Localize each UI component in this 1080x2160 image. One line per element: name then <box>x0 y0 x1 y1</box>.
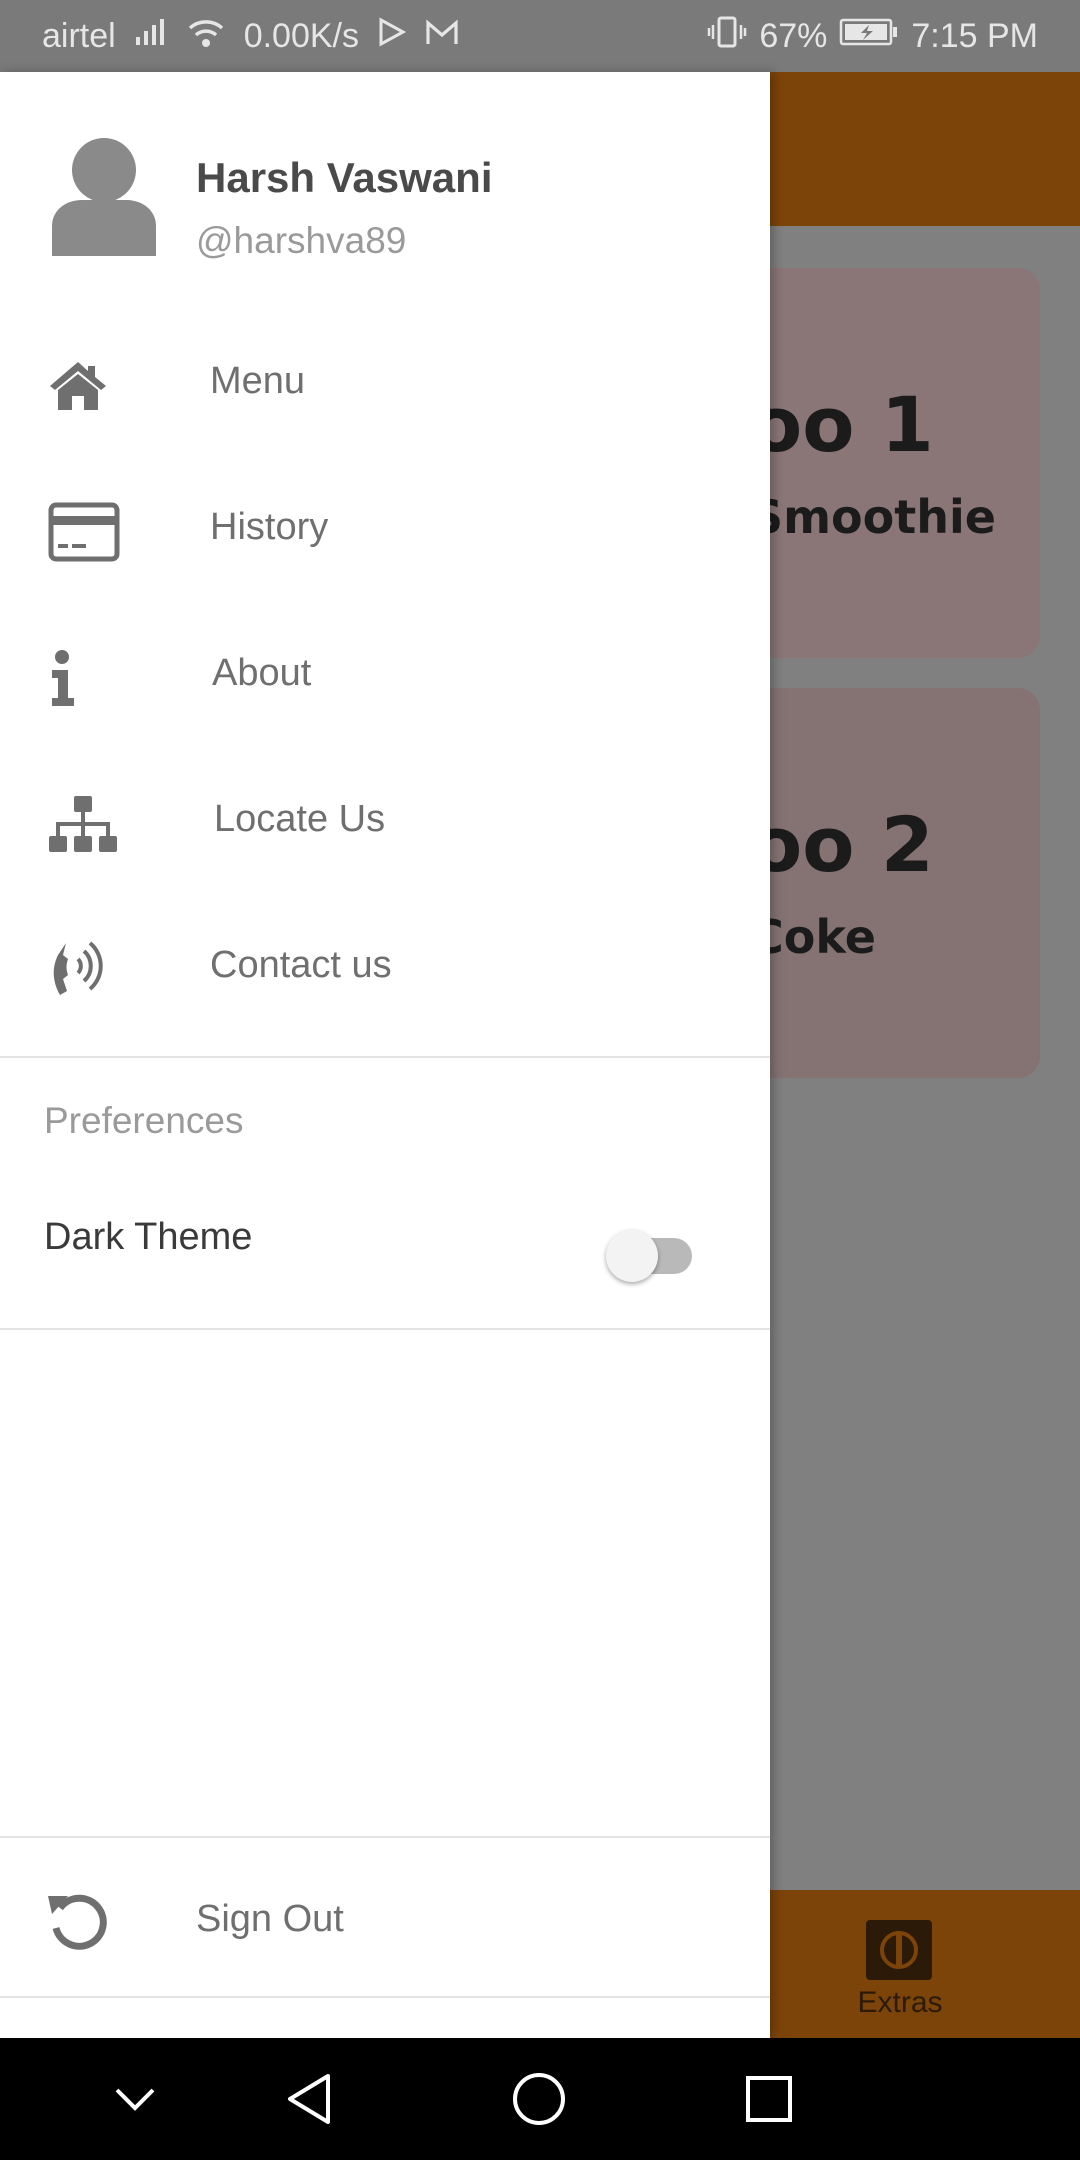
back-icon[interactable] <box>276 2066 342 2132</box>
drawer-item-about[interactable]: About <box>0 604 770 750</box>
drawer-item-label: History <box>210 506 329 548</box>
divider <box>0 1836 770 1838</box>
recents-icon[interactable] <box>736 2066 802 2132</box>
undo-icon <box>46 1888 110 1952</box>
drawer-item-label: Locate Us <box>214 798 386 840</box>
drawer-item-locate-us[interactable]: Locate Us <box>0 750 770 896</box>
credit-card-icon <box>48 500 124 564</box>
divider <box>0 1328 770 1330</box>
divider <box>0 1056 770 1058</box>
info-icon <box>48 646 124 710</box>
drawer-item-label: Menu <box>210 360 306 402</box>
sitemap-icon <box>48 792 124 856</box>
app-header-background <box>770 72 1080 226</box>
drawer-item-contact-us[interactable]: Contact us <box>0 896 770 1042</box>
sign-out-label: Sign Out <box>196 1898 344 1940</box>
battery-charging-icon <box>839 17 899 56</box>
signal-icon <box>134 17 168 56</box>
extras-icon[interactable] <box>866 1920 932 1980</box>
phone-volume-icon <box>48 938 124 1002</box>
bottom-nav: Extras <box>770 1890 1080 2038</box>
battery-percent: 67% <box>759 16 828 55</box>
home-icon <box>48 354 124 418</box>
net-speed: 0.00K/s <box>243 16 360 55</box>
carrier-label: airtel <box>42 16 116 55</box>
user-avatar-icon <box>52 134 156 256</box>
wifi-icon <box>186 16 226 57</box>
drawer-item-history[interactable]: History <box>0 458 770 604</box>
sign-out-button[interactable]: Sign Out <box>0 1840 770 1998</box>
drawer-item-label: About <box>212 652 312 694</box>
combo-title: oo 1 <box>750 380 934 469</box>
status-bar: airtel 0.00K/s 67% 7:15 PM <box>0 0 1080 72</box>
divider <box>0 1996 770 1998</box>
home-circle-icon[interactable] <box>506 2066 572 2132</box>
dark-theme-toggle[interactable] <box>606 1222 696 1282</box>
dark-theme-label: Dark Theme <box>44 1216 253 1258</box>
system-nav-bar <box>0 2038 1080 2160</box>
play-store-icon <box>377 16 407 56</box>
profile-handle: @harshva89 <box>196 220 407 261</box>
navigation-drawer: Harsh Vaswani @harshva89 Menu History Ab… <box>0 72 770 2038</box>
gmail-icon <box>425 17 459 56</box>
preferences-heading: Preferences <box>44 1100 244 1141</box>
combo-subtitle: Smoothie <box>750 490 996 544</box>
toggle-thumb <box>606 1230 658 1282</box>
profile-name: Harsh Vaswani <box>196 154 493 201</box>
drawer-item-label: Contact us <box>210 944 392 986</box>
clock: 7:15 PM <box>911 16 1038 55</box>
drawer-profile: Harsh Vaswani @harshva89 <box>0 72 770 322</box>
combo-title: oo 2 <box>750 800 934 889</box>
chevron-down-icon[interactable] <box>102 2066 168 2132</box>
drawer-item-menu[interactable]: Menu <box>0 312 770 458</box>
extras-label[interactable]: Extras <box>770 1986 1030 2020</box>
vibrate-icon <box>707 15 747 58</box>
